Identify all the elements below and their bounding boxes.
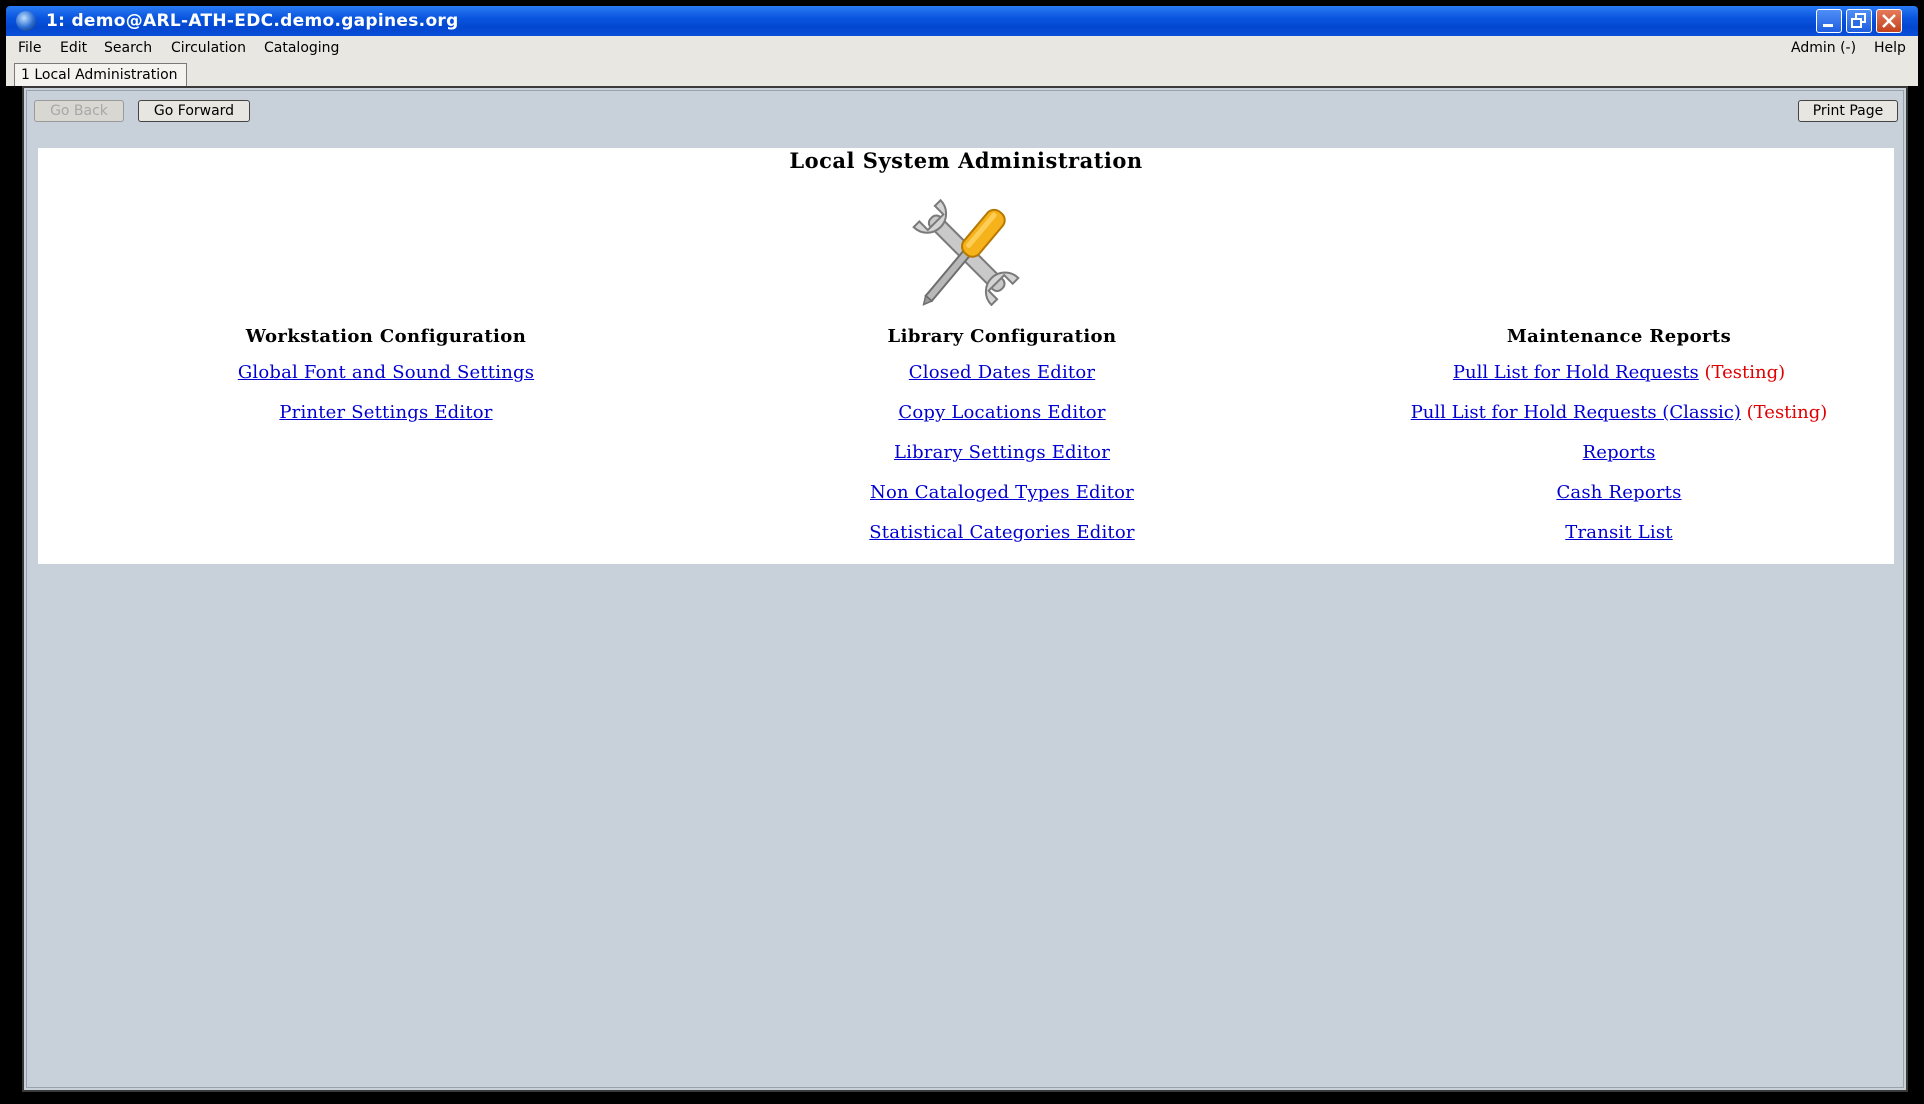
- statistical-categories-editor-link[interactable]: Statistical Categories Editor: [702, 522, 1302, 562]
- application-window: 1: demo@ARL-ATH-EDC.demo.gapines.org Fil…: [0, 0, 1924, 1104]
- pull-list-hold-requests-link[interactable]: Pull List for Hold Requests: [1453, 362, 1699, 383]
- menu-help[interactable]: Help: [1874, 40, 1906, 56]
- workstation-configuration-column: Workstation Configuration Global Font an…: [86, 326, 686, 442]
- cash-reports-link[interactable]: Cash Reports: [1319, 482, 1919, 522]
- library-settings-editor-link[interactable]: Library Settings Editor: [702, 442, 1302, 482]
- close-icon: [1882, 14, 1896, 28]
- testing-note: (Testing): [1746, 402, 1828, 423]
- menu-edit[interactable]: Edit: [60, 40, 87, 56]
- window-title: 1: demo@ARL-ATH-EDC.demo.gapines.org: [46, 11, 459, 31]
- menu-circulation[interactable]: Circulation: [171, 40, 246, 56]
- transit-list-link[interactable]: Transit List: [1319, 522, 1919, 562]
- menu-file[interactable]: File: [18, 40, 41, 56]
- printer-settings-editor-link[interactable]: Printer Settings Editor: [86, 402, 686, 442]
- page-title: Local System Administration: [789, 148, 1143, 173]
- menu-bar: File Edit Search Circulation Cataloging …: [6, 36, 1918, 60]
- column-heading: Maintenance Reports: [1506, 326, 1732, 347]
- go-back-button[interactable]: Go Back: [34, 100, 124, 122]
- maintenance-reports-column: Maintenance Reports Pull List for Hold R…: [1319, 326, 1919, 562]
- column-heading: Workstation Configuration: [245, 326, 527, 347]
- global-font-sound-settings-link[interactable]: Global Font and Sound Settings: [86, 362, 686, 402]
- go-forward-button[interactable]: Go Forward: [138, 100, 250, 122]
- closed-dates-editor-link[interactable]: Closed Dates Editor: [702, 362, 1302, 402]
- copy-locations-editor-link[interactable]: Copy Locations Editor: [702, 402, 1302, 442]
- testing-note: (Testing): [1704, 362, 1786, 383]
- minimize-icon: [1823, 24, 1833, 27]
- restore-icon: [1851, 13, 1866, 28]
- close-button[interactable]: [1876, 9, 1902, 33]
- pull-list-classic-row: Pull List for Hold Requests (Classic) (T…: [1319, 402, 1919, 442]
- tab-strip: 1 Local Administration: [6, 60, 1918, 86]
- wrench-screwdriver-icon: [912, 198, 1020, 306]
- menu-search[interactable]: Search: [104, 40, 152, 56]
- minimize-button[interactable]: [1816, 9, 1842, 33]
- restore-button[interactable]: [1846, 9, 1872, 33]
- library-configuration-column: Library Configuration Closed Dates Edito…: [702, 326, 1302, 562]
- menu-admin[interactable]: Admin (-): [1791, 40, 1856, 56]
- tab-local-administration[interactable]: 1 Local Administration: [14, 63, 187, 86]
- reports-link[interactable]: Reports: [1319, 442, 1919, 482]
- pull-list-hold-requests-classic-link[interactable]: Pull List for Hold Requests (Classic): [1411, 402, 1741, 423]
- admin-panel: Local System Administration Workstation …: [38, 148, 1894, 564]
- print-page-button[interactable]: Print Page: [1798, 100, 1898, 122]
- non-cataloged-types-editor-link[interactable]: Non Cataloged Types Editor: [702, 482, 1302, 522]
- content-area: Go Back Go Forward Print Page Local Syst…: [22, 86, 1908, 1092]
- column-heading: Library Configuration: [887, 326, 1117, 347]
- app-globe-icon: [16, 11, 36, 31]
- menu-cataloging[interactable]: Cataloging: [264, 40, 339, 56]
- title-bar[interactable]: 1: demo@ARL-ATH-EDC.demo.gapines.org: [6, 6, 1918, 36]
- pull-list-row: Pull List for Hold Requests (Testing): [1319, 362, 1919, 402]
